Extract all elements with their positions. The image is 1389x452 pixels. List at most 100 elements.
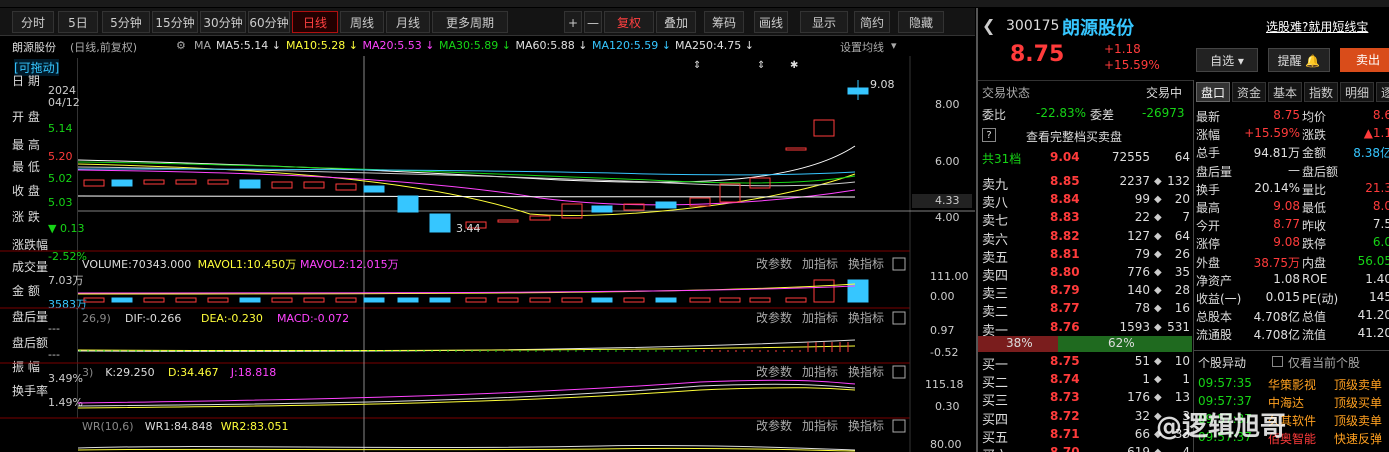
event-marker-0[interactable]: ⇕ <box>693 60 701 71</box>
hide-button[interactable]: 隐藏 <box>898 11 944 33</box>
quote-label2-11: 总值 <box>1302 310 1327 325</box>
bid-count-2: 13 <box>1174 390 1190 405</box>
sell-button[interactable]: 卖出 <box>1340 48 1389 72</box>
quote-value-6: 8.77 <box>1273 217 1300 232</box>
question-icon[interactable]: ? <box>982 128 996 142</box>
ma-settings-button[interactable]: 设置均线 <box>840 39 884 55</box>
anomaly-checkbox[interactable] <box>1272 356 1283 367</box>
anomaly-stock-0[interactable]: 华策影视 <box>1268 376 1316 393</box>
quote-tab-5[interactable]: 逐笔 <box>1376 82 1389 102</box>
kline-chart[interactable]: 8.00 6.00 4.33 4.00 9.08 3.44 ⇕ ⇕ ✱ VOLUME:70343.… <box>0 56 975 452</box>
diamond-icon: ◆ <box>1154 267 1162 278</box>
bid-price-3[interactable]: 8.72 <box>1050 409 1080 423</box>
bid-price-1[interactable]: 8.74 <box>1050 372 1080 386</box>
wr-tool-0[interactable]: 改参数 <box>756 418 792 433</box>
ask-vol-3: 127 <box>1127 228 1150 243</box>
tab-5day[interactable]: 5日 <box>58 11 98 33</box>
promo-link[interactable]: 选股难?就用短线宝 <box>1266 18 1368 35</box>
event-marker-2[interactable]: ✱ <box>790 60 798 71</box>
wr-label-0: WR(10,6) <box>82 420 134 433</box>
weicha-label: 委差 <box>1090 108 1115 122</box>
top-menu-bar[interactable] <box>0 0 1389 7</box>
quote-tab-4[interactable]: 明细 <box>1340 82 1374 102</box>
anomaly-event-2: 顶级卖单 <box>1334 414 1383 428</box>
tab-15min[interactable]: 15分钟 <box>152 11 198 33</box>
macd-tool-1[interactable]: 加指标 <box>802 310 838 325</box>
kdj-tool-2[interactable]: 换指标 <box>848 364 884 379</box>
quote-label2-1: 涨跌 <box>1302 128 1327 143</box>
chevron-left-icon[interactable]: ❮ <box>982 16 995 35</box>
alert-button[interactable]: 提醒 🔔 <box>1268 48 1330 72</box>
anomaly-event-1: 顶级买单 <box>1334 396 1383 410</box>
draw-button[interactable]: 画线 <box>754 11 788 33</box>
gear-icon[interactable]: ⚙ <box>176 39 186 52</box>
quote-tab-0[interactable]: 盘口 <box>1196 82 1230 102</box>
adjust-button[interactable]: 复权 <box>604 11 654 33</box>
bid-price-0[interactable]: 8.75 <box>1050 354 1080 368</box>
wr-close-icon[interactable] <box>892 419 906 433</box>
event-marker-1[interactable]: ⇕ <box>757 60 765 71</box>
volume-close-icon[interactable] <box>892 257 906 271</box>
tab-5min[interactable]: 5分钟 <box>102 11 150 33</box>
add-watchlist-button[interactable]: 自选 ▾ <box>1196 48 1258 72</box>
diamond-icon: ◆ <box>1154 303 1162 315</box>
volume-tool-2[interactable]: 换指标 <box>848 256 884 271</box>
wr-tool-1[interactable]: 加指标 <box>802 418 838 433</box>
tab-60min[interactable]: 60分钟 <box>248 11 290 33</box>
candle-16 <box>591 205 613 213</box>
bid-label-2: 买三 <box>982 394 1009 410</box>
ask-price-1[interactable]: 8.84 <box>1050 192 1080 206</box>
tab-30min[interactable]: 30分钟 <box>200 11 246 33</box>
quote-tab-3[interactable]: 指数 <box>1304 82 1338 102</box>
kdj-tool-0[interactable]: 改参数 <box>756 364 792 379</box>
tab-daily[interactable]: 日线 <box>292 11 338 33</box>
tab-weekly[interactable]: 周线 <box>340 11 384 33</box>
full-orderbook-link[interactable]: 查看完整档买卖盘 <box>1026 128 1122 145</box>
anomaly-event-3: 快速反弹 <box>1334 432 1383 446</box>
candle-4 <box>207 179 229 185</box>
ask-price-8[interactable]: 8.76 <box>1050 320 1080 334</box>
anomaly-filter-label[interactable]: 仅看当前个股 <box>1288 354 1360 371</box>
bid-vol-4: 66 <box>1134 426 1150 441</box>
more-periods-button[interactable]: 更多周期 <box>432 11 508 33</box>
zoom-in-button[interactable]: + <box>564 11 582 33</box>
ask-price-7[interactable]: 8.77 <box>1050 301 1080 315</box>
chips-button[interactable]: 筹码 <box>704 11 744 33</box>
simple-button[interactable]: 简约 <box>854 11 890 33</box>
macd-close-icon[interactable] <box>892 311 906 325</box>
candle-20 <box>719 183 741 203</box>
display-button[interactable]: 显示 <box>800 11 848 33</box>
macd-tool-2[interactable]: 换指标 <box>848 310 884 325</box>
volume-tool-1[interactable]: 加指标 <box>802 256 838 271</box>
zoom-out-button[interactable]: — <box>584 11 602 33</box>
ask-price-0[interactable]: 8.85 <box>1050 174 1080 188</box>
ask-price-4[interactable]: 8.81 <box>1050 247 1080 261</box>
bid-price-4[interactable]: 8.71 <box>1050 427 1080 441</box>
bid-price-5[interactable]: 8.70 <box>1050 445 1080 452</box>
overlay-button[interactable]: 叠加 <box>656 11 696 33</box>
price-change: +1.18 <box>1104 42 1141 56</box>
ma-value-2: MA20:5.53 ↓ <box>362 39 435 52</box>
ask-price-3[interactable]: 8.82 <box>1050 229 1080 243</box>
quote-value-5: 9.08 <box>1273 199 1300 213</box>
quote-tab-2[interactable]: 基本 <box>1268 82 1302 102</box>
quote-tab-1[interactable]: 资金 <box>1232 82 1266 102</box>
quote-value2-0: 8.6 <box>1372 108 1389 122</box>
bid-price-2[interactable]: 8.73 <box>1050 390 1080 404</box>
macd-tool-0[interactable]: 改参数 <box>756 310 792 325</box>
ask-price-2[interactable]: 8.83 <box>1050 210 1080 224</box>
macd-label-0: 26,9) <box>82 312 111 325</box>
tab-minute[interactable]: 分时 <box>12 11 54 33</box>
kdj-close-icon[interactable] <box>892 365 906 379</box>
wr-tool-2[interactable]: 换指标 <box>848 418 884 433</box>
quote-label2-4: 量比 <box>1302 182 1327 197</box>
ask-price-6[interactable]: 8.79 <box>1050 283 1080 297</box>
ask-price-5[interactable]: 8.80 <box>1050 265 1080 279</box>
total-levels-label: 共31档 <box>982 152 1022 166</box>
tab-monthly[interactable]: 月线 <box>386 11 430 33</box>
volume-tool-0[interactable]: 改参数 <box>756 256 792 271</box>
quote-value-1: +15.59% <box>1244 126 1300 141</box>
chevron-down-icon[interactable]: ▾ <box>891 39 897 52</box>
bid-vol-2: 176 <box>1127 390 1150 405</box>
kdj-tool-1[interactable]: 加指标 <box>802 364 838 379</box>
